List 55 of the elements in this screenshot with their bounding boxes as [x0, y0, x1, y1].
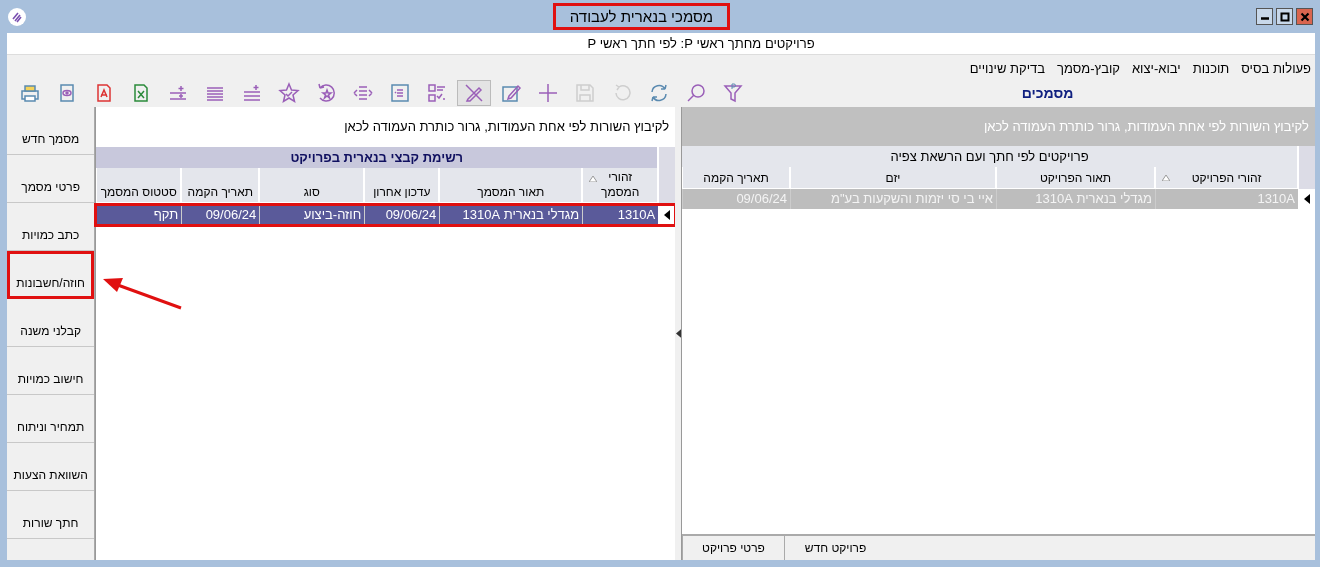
grid-corner — [1298, 146, 1315, 167]
window-title: מסמכי בנארית לעבודה — [552, 3, 731, 30]
column-header[interactable]: תאור הפרויקט — [996, 167, 1155, 189]
refresh-icon — [648, 82, 670, 104]
column-header[interactable]: עדכון אחרון — [364, 168, 440, 203]
menu-item[interactable]: יבוא-יצוא — [1131, 61, 1181, 79]
subtitle-bar: פרויקטים מחתך ראשי P: לפי חתך ראשי P — [7, 33, 1315, 55]
plus-icon — [537, 82, 559, 104]
minimize-icon — [1260, 17, 1269, 20]
app-logo-icon — [7, 6, 27, 27]
table-cell: 09/06/24 — [181, 205, 260, 225]
close-icon — [1299, 11, 1310, 22]
table-cell: 1310A — [582, 205, 659, 225]
column-header[interactable]: סטטוס המסמך — [96, 168, 182, 203]
group-by-hint: לקיבוץ השורות לפי אחת העמודות, גרור כותרת העמודה לכאן — [682, 107, 1315, 146]
menu-item[interactable]: תוכנות — [1192, 61, 1230, 79]
column-header[interactable]: תאריך הקמה — [682, 167, 790, 189]
column-header[interactable]: תאריך הקמה — [181, 168, 260, 203]
toolbar-button[interactable] — [457, 80, 491, 106]
lines-plus-icon — [241, 82, 263, 104]
menu-item[interactable]: בדיקת שינויים — [969, 61, 1046, 79]
maximize-icon — [1279, 11, 1290, 22]
grid-band-header: רשימת קבצי בנארית בפרויקט — [96, 147, 659, 168]
maximize-button[interactable] — [1276, 8, 1293, 25]
column-header[interactable]: סוג — [259, 168, 365, 203]
checklist-icon — [426, 82, 448, 104]
grid-corner — [1298, 167, 1315, 189]
table-cell: מגדלי בנארית 1310A — [439, 205, 583, 225]
close-button[interactable] — [1296, 8, 1313, 25]
star-check-icon — [278, 82, 300, 104]
star-undo-icon — [315, 82, 337, 104]
minimize-button[interactable] — [1256, 8, 1273, 25]
column-header[interactable]: יזם — [790, 167, 996, 189]
menu-item[interactable]: פעולות בסיס — [1241, 61, 1311, 79]
edit-icon — [500, 82, 522, 104]
column-header[interactable]: זהורי המסמך — [582, 168, 659, 203]
grid-band-header: פרויקטים לפי חתך ועם הרשאת צפיה — [682, 146, 1298, 167]
printer-icon — [19, 82, 41, 104]
sidebar-button[interactable]: חוזה/חשבונות — [7, 251, 95, 299]
panel-title: מסמכים — [1021, 85, 1074, 101]
collapse-arrow-icon[interactable] — [675, 329, 681, 338]
filter-icon — [722, 82, 744, 104]
framed-lines-icon — [389, 82, 411, 104]
pencil-crossed-icon — [463, 82, 485, 104]
group-by-hint: לקיבוץ השורות לפי אחת העמודות, גרור כותרת העמודה לכאן — [343, 118, 671, 136]
column-header[interactable]: זהורי הפרויקט — [1155, 167, 1298, 189]
table-cell: תקף — [96, 205, 182, 225]
table-cell: 09/06/24 — [364, 205, 440, 225]
save-icon — [574, 82, 596, 104]
search-icon — [685, 82, 707, 104]
row-indicator-icon — [664, 210, 671, 220]
row-indicator-icon — [1304, 194, 1310, 204]
menu-item[interactable]: קובץ-מסמך — [1057, 61, 1120, 79]
column-header[interactable]: תאור המסמך — [439, 168, 583, 203]
table-cell: חוזה-ביצוע — [259, 205, 365, 225]
